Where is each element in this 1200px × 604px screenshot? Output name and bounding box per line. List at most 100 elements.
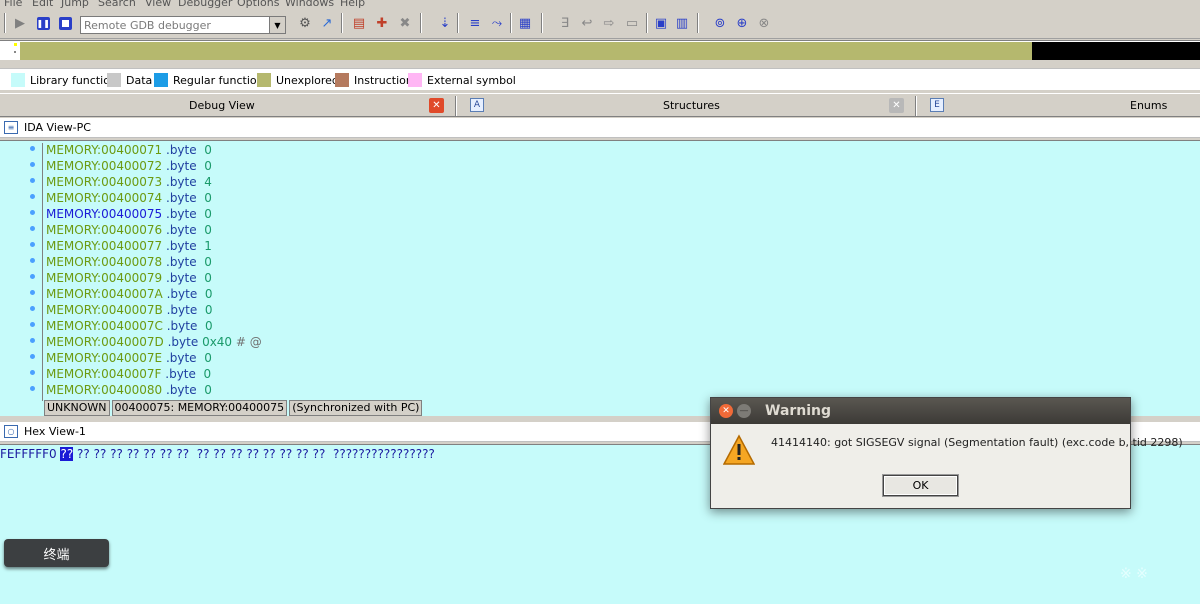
stop-icon[interactable] xyxy=(56,14,74,32)
trace-icon[interactable]: ∃ xyxy=(556,14,574,32)
breakpoint-dot[interactable] xyxy=(30,354,35,359)
listing-line[interactable]: MEMORY:00400078 .byte 0 xyxy=(46,255,212,271)
close-icon[interactable]: ✕ xyxy=(889,98,904,113)
listing-line[interactable]: MEMORY:00400077 .byte 1 xyxy=(46,239,212,255)
listing-line[interactable]: MEMORY:0040007F .byte 0 xyxy=(46,367,211,383)
add-breakpoint-icon[interactable]: ✚ xyxy=(373,14,391,32)
menu-search[interactable]: Search xyxy=(98,0,136,9)
legend-swatch xyxy=(107,73,121,87)
hex-view-title: Hex View-1 xyxy=(24,425,86,438)
line-directive: .byte xyxy=(166,175,197,189)
step-until-return-icon[interactable]: ▦ xyxy=(516,14,534,32)
ida-view-title: IDA View-PC xyxy=(24,121,91,134)
listing-line[interactable]: MEMORY:00400072 .byte 0 xyxy=(46,159,212,175)
breakpoint-list-icon[interactable]: ▤ xyxy=(350,14,368,32)
breakpoint-dot[interactable] xyxy=(30,290,35,295)
breakpoint-dot[interactable] xyxy=(30,226,35,231)
minimize-icon[interactable]: — xyxy=(737,404,751,418)
breakpoint-dot[interactable] xyxy=(30,306,35,311)
watch-view-icon[interactable]: ⊚ xyxy=(711,14,729,32)
toolbar-separator xyxy=(697,13,699,33)
legend-unexplored: Unexplored xyxy=(257,73,339,87)
breakpoint-dot[interactable] xyxy=(30,258,35,263)
trace-return-icon[interactable]: ↩ xyxy=(578,14,596,32)
chevron-down-icon[interactable]: ▼ xyxy=(269,17,285,33)
menu-help[interactable]: Help xyxy=(340,0,365,9)
menu-edit[interactable]: Edit xyxy=(32,0,53,9)
line-value: 0 xyxy=(204,143,212,157)
toolbar-separator xyxy=(4,13,6,33)
enums-icon: E xyxy=(930,98,944,112)
line-value: 4 xyxy=(204,175,212,189)
listing-line[interactable]: MEMORY:0040007E .byte 0 xyxy=(46,351,212,367)
listing-line[interactable]: MEMORY:00400074 .byte 0 xyxy=(46,191,212,207)
delete-watch-icon[interactable]: ⊗ xyxy=(755,14,773,32)
close-icon[interactable]: ✕ xyxy=(719,404,733,418)
close-icon[interactable]: ✕ xyxy=(429,98,444,113)
line-directive: .byte xyxy=(166,287,198,301)
tab-enums[interactable]: Enums xyxy=(1130,99,1167,112)
run-to-cursor-icon[interactable]: ⤳ xyxy=(488,14,506,32)
tab-separator xyxy=(915,96,917,116)
legend-swatch xyxy=(154,73,168,87)
hex-cursor-byte[interactable]: ?? xyxy=(60,447,74,461)
listing-line[interactable]: MEMORY:00400071 .byte 0 xyxy=(46,143,212,159)
trace-step-icon[interactable]: ⇨ xyxy=(600,14,618,32)
breakpoint-dot[interactable] xyxy=(30,386,35,391)
line-directive: .byte xyxy=(165,351,197,365)
line-directive: .byte xyxy=(166,319,198,333)
listing-line[interactable]: MEMORY:00400075 .byte 0 xyxy=(46,207,212,223)
debugger-options-icon[interactable]: ⚙ xyxy=(296,14,314,32)
attach-process-icon[interactable]: ↗ xyxy=(318,14,336,32)
debugger-select[interactable]: Remote GDB debugger ▼ xyxy=(80,16,286,34)
tab-debug-view[interactable]: Debug View xyxy=(189,99,255,112)
menu-view[interactable]: View xyxy=(145,0,171,9)
listing-line[interactable]: MEMORY:00400076 .byte 0 xyxy=(46,223,212,239)
line-address: MEMORY:00400071 xyxy=(46,143,163,157)
breakpoint-dot[interactable] xyxy=(30,370,35,375)
toolbar-separator xyxy=(541,13,543,33)
step-over-icon[interactable]: ≡ xyxy=(466,14,484,32)
module-list-icon[interactable]: ▣ xyxy=(652,14,670,32)
breakpoint-dot[interactable] xyxy=(30,210,35,215)
breakpoint-dot[interactable] xyxy=(30,338,35,343)
line-value: 0 xyxy=(203,367,212,381)
listing-gutter xyxy=(42,143,43,401)
legend-label: Regular function xyxy=(173,73,264,87)
breakpoint-dot[interactable] xyxy=(30,242,35,247)
listing-line[interactable]: MEMORY:00400080 .byte 0 xyxy=(46,383,212,399)
disassembly-listing[interactable]: MEMORY:00400071 .byte 0 MEMORY:00400072 .… xyxy=(0,140,1200,416)
line-address: MEMORY:0040007A xyxy=(46,287,163,301)
menu-bar: File Edit Jump Search View Debugger Opti… xyxy=(0,0,1200,9)
breakpoint-dot[interactable] xyxy=(30,146,35,151)
breakpoint-dot[interactable] xyxy=(30,194,35,199)
tab-structures[interactable]: Structures xyxy=(663,99,720,112)
line-directive: .byte xyxy=(166,191,197,205)
breakpoint-dot[interactable] xyxy=(30,322,35,327)
menu-jump[interactable]: Jump xyxy=(61,0,89,9)
menu-options[interactable]: Options xyxy=(237,0,279,9)
pause-icon[interactable]: ❚❚ xyxy=(34,14,52,32)
listing-line[interactable]: MEMORY:00400079 .byte 0 xyxy=(46,271,212,287)
ok-button[interactable]: OK xyxy=(883,475,958,496)
terminal-button[interactable]: 终端 xyxy=(4,539,109,567)
step-into-icon[interactable]: ⇣ xyxy=(436,14,454,32)
view-tab-bar: Debug View ✕ A Structures ✕ E Enums xyxy=(0,93,1200,117)
trace-window-icon[interactable]: ▭ xyxy=(623,14,641,32)
thread-list-icon[interactable]: ▥ xyxy=(673,14,691,32)
breakpoint-dot[interactable] xyxy=(30,162,35,167)
menu-debugger[interactable]: Debugger xyxy=(178,0,232,9)
play-icon[interactable]: ▶ xyxy=(11,14,29,32)
menu-windows[interactable]: Windows xyxy=(285,0,334,9)
navigation-band[interactable] xyxy=(0,40,1200,60)
listing-line[interactable]: MEMORY:0040007D .byte 0x40 # @ xyxy=(46,335,262,351)
breakpoint-dot[interactable] xyxy=(30,274,35,279)
add-watch-icon[interactable]: ⊕ xyxy=(733,14,751,32)
listing-line[interactable]: MEMORY:0040007A .byte 0 xyxy=(46,287,212,303)
menu-file[interactable]: File xyxy=(4,0,22,9)
listing-line[interactable]: MEMORY:0040007B .byte 0 xyxy=(46,303,213,319)
listing-line[interactable]: MEMORY:00400073 .byte 4 xyxy=(46,175,212,191)
listing-line[interactable]: MEMORY:0040007C .byte 0 xyxy=(46,319,213,335)
breakpoint-dot[interactable] xyxy=(30,178,35,183)
delete-breakpoint-icon[interactable]: ✖ xyxy=(396,14,414,32)
